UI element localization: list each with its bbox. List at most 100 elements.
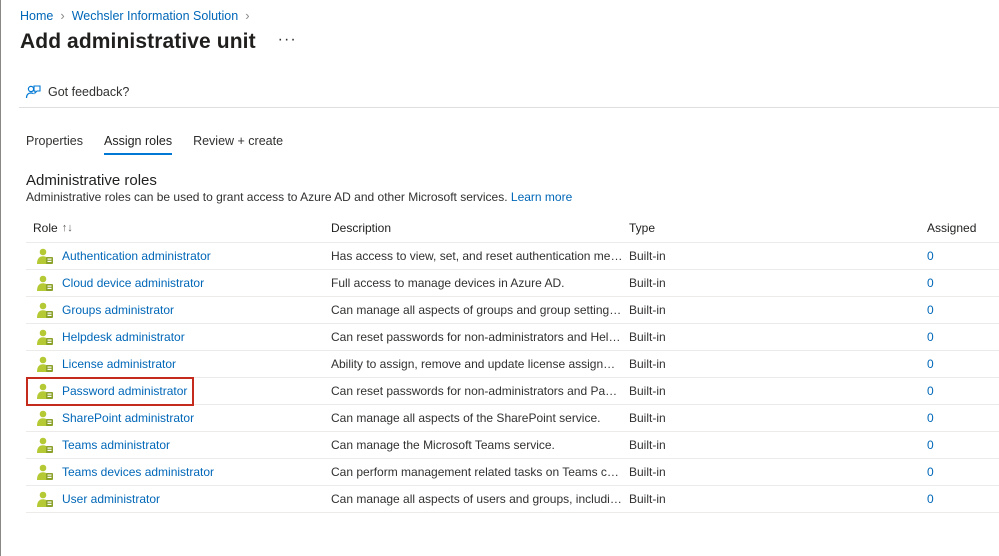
learn-more-link[interactable]: Learn more xyxy=(511,190,572,204)
cell-assigned: 0 xyxy=(927,303,999,317)
tab-review-create[interactable]: Review + create xyxy=(193,134,283,155)
role-link[interactable]: Password administrator xyxy=(62,384,187,398)
admin-role-icon xyxy=(37,383,53,399)
cell-assigned: 0 xyxy=(927,384,999,398)
assigned-count-link[interactable]: 0 xyxy=(927,465,934,479)
cell-role: License administrator xyxy=(26,351,331,377)
admin-role-icon xyxy=(37,248,53,264)
table-row[interactable]: User administrator Can manage all aspects… xyxy=(26,486,999,513)
column-header-assigned: Assigned xyxy=(927,220,977,235)
admin-role-icon xyxy=(37,464,53,480)
section-description: Administrative roles can be used to gran… xyxy=(26,190,572,204)
assigned-count-link[interactable]: 0 xyxy=(927,411,934,425)
roles-table: Role ↑↓ Description Type Assigned Authen… xyxy=(26,213,999,513)
table-header: Role ↑↓ Description Type Assigned xyxy=(26,213,999,243)
assigned-count-link[interactable]: 0 xyxy=(927,438,934,452)
sort-icon[interactable]: ↑↓ xyxy=(62,222,73,234)
assigned-count-link[interactable]: 0 xyxy=(927,357,934,371)
role-link[interactable]: Groups administrator xyxy=(62,303,174,317)
cell-type: Built-in xyxy=(629,492,666,506)
section-description-text: Administrative roles can be used to gran… xyxy=(26,190,508,204)
cell-role: User administrator xyxy=(26,486,331,512)
tab-assign-roles[interactable]: Assign roles xyxy=(103,134,173,155)
cell-description: Has access to view, set, and reset authe… xyxy=(331,249,629,263)
cell-type: Built-in xyxy=(629,384,666,398)
table-row[interactable]: Authentication administrator Has access t… xyxy=(26,243,999,270)
cell-assigned: 0 xyxy=(927,465,999,479)
breadcrumb-tenant[interactable]: Wechsler Information Solution xyxy=(72,9,239,23)
cell-assigned: 0 xyxy=(927,357,999,371)
cell-description: Full access to manage devices in Azure A… xyxy=(331,276,565,290)
cell-description: Can perform management related tasks on … xyxy=(331,465,629,479)
cell-type: Built-in xyxy=(629,249,666,263)
cell-description: Can reset passwords for non-administrato… xyxy=(331,384,629,398)
feedback-icon xyxy=(25,85,41,99)
table-row[interactable]: Cloud device administrator Full access to… xyxy=(26,270,999,297)
cell-role: Teams devices administrator xyxy=(26,459,331,485)
admin-role-icon xyxy=(37,491,53,507)
admin-role-icon xyxy=(37,302,53,318)
cell-role: Authentication administrator xyxy=(26,243,331,269)
table-row[interactable]: License administrator Ability to assign, … xyxy=(26,351,999,378)
cell-role: Cloud device administrator xyxy=(26,270,331,296)
admin-role-icon xyxy=(37,437,53,453)
admin-role-icon xyxy=(37,410,53,426)
column-header-role-label: Role xyxy=(33,220,58,235)
cell-assigned: 0 xyxy=(927,438,999,452)
assigned-count-link[interactable]: 0 xyxy=(927,492,934,506)
column-header-type: Type xyxy=(629,220,656,235)
column-header-role[interactable]: Role ↑↓ xyxy=(26,213,331,242)
assigned-count-link[interactable]: 0 xyxy=(927,330,934,344)
more-options-button[interactable]: ··· xyxy=(278,31,297,49)
role-link[interactable]: Helpdesk administrator xyxy=(62,330,185,344)
breadcrumb: Home › Wechsler Information Solution › xyxy=(20,8,257,23)
role-link[interactable]: Cloud device administrator xyxy=(62,276,204,290)
cell-assigned: 0 xyxy=(927,276,999,290)
role-link[interactable]: User administrator xyxy=(62,492,160,506)
admin-role-icon xyxy=(37,329,53,345)
cell-description: Can manage all aspects of the SharePoint… xyxy=(331,411,601,425)
cell-type: Built-in xyxy=(629,276,666,290)
feedback-button[interactable]: Got feedback? xyxy=(25,84,129,100)
table-row[interactable]: Teams administrator Can manage the Micros… xyxy=(26,432,999,459)
table-row[interactable]: Teams devices administrator Can perform m… xyxy=(26,459,999,486)
role-link[interactable]: Teams administrator xyxy=(62,438,170,452)
role-link[interactable]: Authentication administrator xyxy=(62,249,211,263)
cell-description: Ability to assign, remove and update lic… xyxy=(331,357,629,371)
assigned-count-link[interactable]: 0 xyxy=(927,384,934,398)
assigned-count-link[interactable]: 0 xyxy=(927,303,934,317)
cell-description: Can manage all aspects of groups and gro… xyxy=(331,303,629,317)
cell-description: Can manage the Microsoft Teams service. xyxy=(331,438,555,452)
cell-type: Built-in xyxy=(629,330,666,344)
chevron-right-icon: › xyxy=(245,8,250,23)
assigned-count-link[interactable]: 0 xyxy=(927,249,934,263)
breadcrumb-home[interactable]: Home xyxy=(20,9,53,23)
role-link[interactable]: Teams devices administrator xyxy=(62,465,214,479)
table-row[interactable]: Helpdesk administrator Can reset password… xyxy=(26,324,999,351)
toolbar-divider xyxy=(19,107,999,108)
feedback-label: Got feedback? xyxy=(48,85,130,99)
cell-description: Can reset passwords for non-administrato… xyxy=(331,330,629,344)
role-link[interactable]: License administrator xyxy=(62,357,176,371)
chevron-right-icon: › xyxy=(60,8,65,23)
title-row: Add administrative unit ··· xyxy=(20,30,297,54)
cell-role: Teams administrator xyxy=(26,432,331,458)
cell-type: Built-in xyxy=(629,438,666,452)
tab-properties[interactable]: Properties xyxy=(26,134,83,155)
table-row[interactable]: Groups administrator Can manage all aspec… xyxy=(26,297,999,324)
assigned-count-link[interactable]: 0 xyxy=(927,276,934,290)
cell-type: Built-in xyxy=(629,465,666,479)
role-link[interactable]: SharePoint administrator xyxy=(62,411,194,425)
table-row[interactable]: Password administrator Can reset password… xyxy=(26,377,999,406)
admin-role-icon xyxy=(37,275,53,291)
tab-bar: Properties Assign roles Review + create xyxy=(26,134,304,155)
table-body: Authentication administrator Has access t… xyxy=(26,243,999,513)
cell-assigned: 0 xyxy=(927,330,999,344)
column-header-description: Description xyxy=(331,220,392,235)
cell-assigned: 0 xyxy=(927,249,999,263)
cell-type: Built-in xyxy=(629,303,666,317)
cell-role: SharePoint administrator xyxy=(26,405,331,431)
cell-type: Built-in xyxy=(629,411,666,425)
cell-type: Built-in xyxy=(629,357,666,371)
table-row[interactable]: SharePoint administrator Can manage all a… xyxy=(26,405,999,432)
